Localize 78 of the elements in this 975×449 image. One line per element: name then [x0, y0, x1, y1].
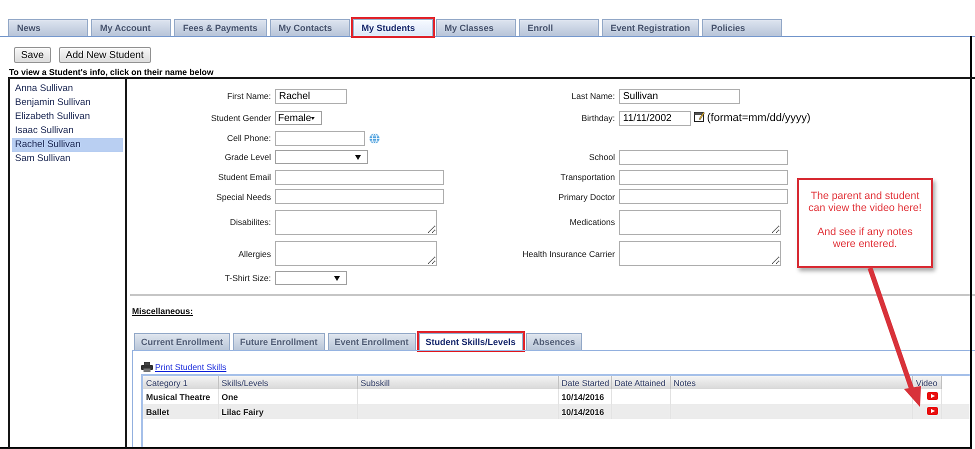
field-label: Cell Phone:	[226, 133, 271, 143]
tab[interactable]: My Students	[352, 19, 433, 36]
field-label: Birthday:	[580, 113, 615, 123]
student-item[interactable]: Sam Sullivan	[12, 152, 123, 166]
select-field[interactable]	[275, 271, 347, 285]
caret-icon[interactable]	[334, 276, 340, 280]
field-label: Special Needs	[215, 192, 271, 202]
table-cell: 10/14/2016	[558, 404, 611, 419]
input-field[interactable]: Sullivan	[619, 88, 740, 104]
field-label: Allergies	[237, 248, 271, 258]
student-item[interactable]: Isaac Sullivan	[12, 124, 123, 138]
select-field[interactable]	[275, 150, 368, 164]
tab[interactable]: My Account	[91, 19, 171, 36]
format-hint: (format=mm/dd/yyyy)	[707, 112, 811, 124]
caret-icon[interactable]	[311, 116, 315, 120]
text-area[interactable]	[275, 210, 437, 234]
print-link[interactable]: Print Student Skills	[155, 362, 226, 372]
tab[interactable]: Absences	[526, 333, 582, 350]
student-item[interactable]: Benjamin Sullivan	[12, 96, 123, 110]
column-header: Skills/Levels	[218, 375, 357, 389]
field-label: School	[588, 152, 615, 162]
tab[interactable]: My Contacts	[270, 19, 350, 36]
tab[interactable]: My Classes	[436, 19, 516, 36]
input-field[interactable]	[275, 189, 444, 204]
printer-icon[interactable]	[141, 362, 153, 372]
tab[interactable]: Policies	[702, 19, 782, 36]
globe-icon[interactable]	[369, 132, 380, 144]
field-label: Student Email	[217, 172, 271, 182]
tab[interactable]: Fees & Payments	[174, 19, 267, 36]
section-title: Miscellaneous:	[132, 306, 193, 316]
field-label: Primary Doctor	[557, 192, 615, 202]
input-field[interactable]	[619, 150, 788, 164]
tab[interactable]: Event Registration	[602, 19, 700, 36]
callout-text: The parent and student can view the video here!	[807, 190, 923, 214]
input-field[interactable]	[275, 130, 365, 146]
tab[interactable]: Student Skills/Levels	[418, 333, 523, 351]
column-header: Video	[912, 375, 941, 389]
field-label: Last Name:	[570, 91, 615, 101]
text-area[interactable]	[275, 241, 437, 266]
field-label: Transportation	[560, 172, 615, 182]
column-header: Category 1	[142, 375, 218, 389]
video-play-icon[interactable]	[926, 406, 938, 414]
tab[interactable]: Enroll	[518, 19, 599, 36]
field-label: Health Insurance Carrier	[521, 248, 615, 258]
student-item[interactable]: Rachel Sullivan	[12, 138, 123, 152]
field-label: T-Shirt Size:	[224, 273, 271, 283]
column-header: Subskill	[357, 375, 558, 389]
button[interactable]: Save	[14, 47, 51, 63]
field-label: Disabilites:	[228, 217, 271, 227]
field-label: Grade Level	[224, 152, 271, 162]
column-header: Notes	[670, 375, 912, 389]
tab[interactable]: Future Enrollment	[233, 333, 325, 350]
tab[interactable]: News	[8, 19, 88, 36]
field-label: Student Gender	[210, 113, 271, 123]
button[interactable]: Add New Student	[58, 47, 151, 63]
video-play-icon[interactable]	[926, 392, 938, 400]
instruction-text: To view a Student's info, click on their name below	[9, 67, 214, 77]
student-item[interactable]: Elizabeth Sullivan	[12, 110, 123, 124]
input-field[interactable]	[619, 189, 788, 204]
student-item[interactable]: Anna Sullivan	[12, 82, 123, 96]
text-area[interactable]	[619, 210, 781, 234]
caret-icon[interactable]	[355, 154, 361, 160]
input-field[interactable]: 11/11/2002	[619, 110, 691, 126]
calendar-icon[interactable]	[694, 110, 705, 122]
table-cell: Ballet	[142, 404, 218, 419]
field-label: First Name:	[226, 91, 271, 101]
column-header: Date Started	[558, 375, 611, 389]
tab[interactable]: Current Enrollment	[134, 333, 230, 350]
select-field[interactable]: Female	[275, 111, 322, 125]
input-field[interactable]	[275, 170, 444, 184]
column-header: Date Attained	[611, 375, 670, 389]
tab[interactable]: Event Enrollment	[328, 333, 416, 350]
table-cell: Lilac Fairy	[218, 404, 357, 419]
field-label: Medications	[568, 217, 615, 227]
callout-text: And see if any notes were entered.	[816, 226, 914, 250]
input-field[interactable]: Rachel	[275, 88, 347, 104]
input-field[interactable]	[619, 170, 788, 184]
text-area[interactable]	[619, 241, 781, 266]
